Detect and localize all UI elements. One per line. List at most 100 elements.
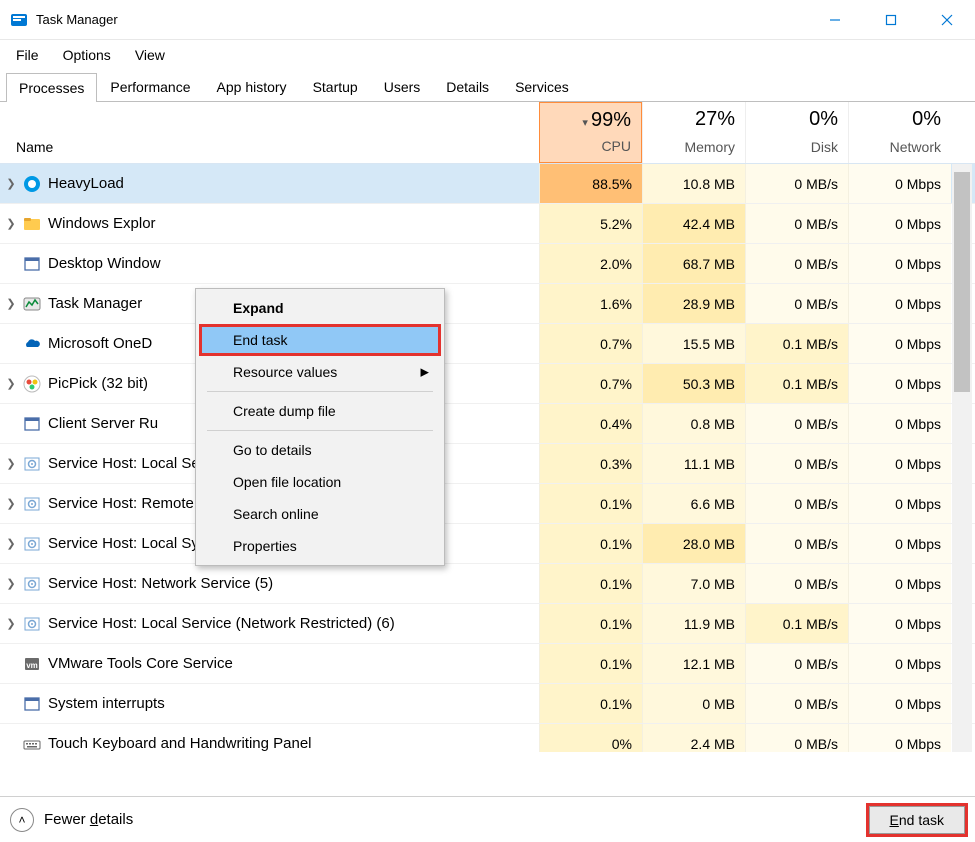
scrollbar-thumb[interactable]: [954, 172, 970, 392]
process-name-cell: HeavyLoad: [22, 174, 539, 194]
network-cell: 0 Mbps: [848, 324, 951, 363]
context-open-location[interactable]: Open file location: [199, 466, 441, 498]
process-row[interactable]: ❯Windows Explor5.2%42.4 MB0 MB/s0 Mbps: [0, 204, 975, 244]
header-network[interactable]: 0%Network: [848, 102, 951, 163]
expand-toggle[interactable]: ❯: [0, 457, 22, 470]
expand-toggle[interactable]: ❯: [0, 537, 22, 550]
process-row[interactable]: ❯ Service Host: Local Service (Network Re…: [0, 604, 975, 644]
process-name: Client Server Ru: [48, 415, 158, 432]
memory-cell: 50.3 MB: [642, 364, 745, 403]
tab-services[interactable]: Services: [502, 72, 582, 101]
tab-users[interactable]: Users: [371, 72, 434, 101]
footer: ˄ Fewer details End task: [0, 796, 975, 842]
process-name-cell: Service Host: Local Service (Network Res…: [22, 614, 539, 634]
tab-performance[interactable]: Performance: [97, 72, 203, 101]
memory-cell: 0 MB: [642, 684, 745, 723]
expand-toggle[interactable]: ❯: [0, 177, 22, 190]
memory-cell: 10.8 MB: [642, 164, 745, 203]
menu-file[interactable]: File: [4, 43, 51, 67]
process-name: PicPick (32 bit): [48, 375, 148, 392]
header-name[interactable]: Name: [0, 102, 539, 163]
process-row[interactable]: ❯Service Host: Local Service (No Network…: [0, 444, 975, 484]
process-name: Windows Explor: [48, 215, 156, 232]
expand-toggle[interactable]: ❯: [0, 497, 22, 510]
cpu-cell: 0.1%: [539, 684, 642, 723]
process-row[interactable]: ❯HeavyLoad88.5%10.8 MB0 MB/s0 Mbps: [0, 164, 975, 204]
context-properties[interactable]: Properties: [199, 530, 441, 562]
network-cell: 0 Mbps: [848, 164, 951, 203]
process-row[interactable]: ❯Task Manager1.6%28.9 MB0 MB/s0 Mbps: [0, 284, 975, 324]
cpu-cell: 0.1%: [539, 644, 642, 683]
end-task-button[interactable]: End task: [869, 806, 965, 834]
minimize-button[interactable]: [807, 0, 863, 40]
process-row[interactable]: ❯Service Host: Remote Procedure Call (2)…: [0, 484, 975, 524]
context-create-dump[interactable]: Create dump file: [199, 395, 441, 427]
disk-cell: 0 MB/s: [745, 644, 848, 683]
process-row[interactable]: ❯ Service Host: Network Service (5) 0.1%7.…: [0, 564, 975, 604]
cpu-cell: 1.6%: [539, 284, 642, 323]
window-title: Task Manager: [36, 12, 807, 27]
expand-toggle[interactable]: ❯: [0, 377, 22, 390]
process-name: VMware Tools Core Service: [48, 655, 233, 672]
process-row[interactable]: Client Server Ru0.4%0.8 MB0 MB/s0 Mbps: [0, 404, 975, 444]
menu-view[interactable]: View: [123, 43, 177, 67]
context-expand[interactable]: Expand: [199, 292, 441, 324]
cpu-cell: 0.1%: [539, 564, 642, 603]
expand-toggle[interactable]: ❯: [0, 617, 22, 630]
separator: [207, 430, 433, 431]
process-row[interactable]: Desktop Window2.0%68.7 MB0 MB/s0 Mbps: [0, 244, 975, 284]
disk-cell: 0 MB/s: [745, 684, 848, 723]
process-name: Service Host: Local Service (Network Res…: [48, 615, 395, 632]
process-name: Task Manager: [48, 295, 142, 312]
cpu-cell: 88.5%: [539, 164, 642, 203]
tab-details[interactable]: Details: [433, 72, 502, 101]
memory-cell: 7.0 MB: [642, 564, 745, 603]
process-name: Touch Keyboard and Handwriting Panel: [48, 735, 312, 752]
expand-toggle[interactable]: ❯: [0, 217, 22, 230]
process-row[interactable]: Microsoft OneD0.7%15.5 MB0.1 MB/s0 Mbps: [0, 324, 975, 364]
maximize-button[interactable]: [863, 0, 919, 40]
context-end-task[interactable]: End task: [199, 324, 441, 356]
network-cell: 0 Mbps: [848, 564, 951, 603]
header-disk[interactable]: 0%Disk: [745, 102, 848, 163]
process-name-cell: vmVMware Tools Core Service: [22, 654, 539, 674]
network-cell: 0 Mbps: [848, 644, 951, 683]
process-row[interactable]: System interrupts0.1%0 MB0 MB/s0 Mbps: [0, 684, 975, 724]
network-cell: 0 Mbps: [848, 244, 951, 283]
process-row[interactable]: vmVMware Tools Core Service0.1%12.1 MB0 …: [0, 644, 975, 684]
context-search-online[interactable]: Search online: [199, 498, 441, 530]
disk-cell: 0 MB/s: [745, 484, 848, 523]
process-row[interactable]: Touch Keyboard and Handwriting Panel0%2.…: [0, 724, 975, 752]
header-cpu[interactable]: 99%CPU: [539, 102, 642, 163]
disk-cell: 0 MB/s: [745, 524, 848, 563]
scrollbar[interactable]: [952, 164, 972, 752]
process-row[interactable]: ❯PicPick (32 bit)0.7%50.3 MB0.1 MB/s0 Mb…: [0, 364, 975, 404]
network-cell: 0 Mbps: [848, 484, 951, 523]
fewer-details-button[interactable]: ˄ Fewer details: [10, 808, 133, 832]
tab-app-history[interactable]: App history: [204, 72, 300, 101]
memory-cell: 11.1 MB: [642, 444, 745, 483]
disk-cell: 0.1 MB/s: [745, 604, 848, 643]
network-cell: 0 Mbps: [848, 524, 951, 563]
network-cell: 0 Mbps: [848, 404, 951, 443]
context-go-to-details[interactable]: Go to details: [199, 434, 441, 466]
disk-cell: 0 MB/s: [745, 244, 848, 283]
menu-options[interactable]: Options: [51, 43, 123, 67]
header-memory[interactable]: 27%Memory: [642, 102, 745, 163]
process-row[interactable]: ❯Service Host: Local System (18)0.1%28.0…: [0, 524, 975, 564]
network-cell: 0 Mbps: [848, 204, 951, 243]
app-icon: [10, 11, 28, 29]
process-grid: ❯HeavyLoad88.5%10.8 MB0 MB/s0 Mbps❯Windo…: [0, 164, 975, 752]
expand-toggle[interactable]: ❯: [0, 577, 22, 590]
network-cell: 0 Mbps: [848, 724, 951, 752]
cpu-cell: 0.1%: [539, 484, 642, 523]
tab-startup[interactable]: Startup: [300, 72, 371, 101]
process-name: Service Host: Network Service (5): [48, 575, 273, 592]
process-name: Desktop Window: [48, 255, 161, 272]
expand-toggle[interactable]: ❯: [0, 297, 22, 310]
memory-cell: 0.8 MB: [642, 404, 745, 443]
tab-processes[interactable]: Processes: [6, 73, 97, 102]
close-button[interactable]: [919, 0, 975, 40]
network-cell: 0 Mbps: [848, 684, 951, 723]
context-resource-values[interactable]: Resource values▶: [199, 356, 441, 388]
